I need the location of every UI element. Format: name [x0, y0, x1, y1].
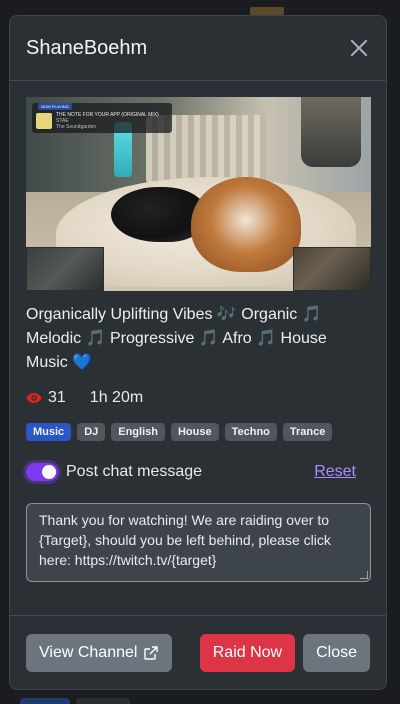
- now-playing-label: The Soundgarden: [56, 124, 97, 130]
- background-chip-top: [250, 7, 284, 15]
- now-playing-overlay: NOW PLAYING THE NOTE FOR YOUR APP (ORIGI…: [32, 103, 172, 133]
- now-playing-badge: NOW PLAYING: [38, 103, 72, 110]
- uptime: 1h 20m: [90, 389, 143, 407]
- reset-link[interactable]: Reset: [314, 463, 356, 481]
- viewer-count-value: 31: [48, 389, 66, 406]
- chat-message-textarea[interactable]: Thank you for watching! We are raiding o…: [26, 503, 371, 582]
- uptime-value: 1h 20m: [89, 389, 144, 406]
- tag-english[interactable]: English: [111, 423, 165, 441]
- album-cover-icon: [36, 113, 52, 129]
- view-channel-button[interactable]: View Channel: [26, 633, 173, 672]
- close-icon[interactable]: [348, 37, 370, 59]
- now-playing-track: THE NOTE FOR YOUR APP (ORIGINAL MIX): [56, 112, 159, 118]
- thumbnail-pip-right: [293, 247, 371, 291]
- external-link-icon: [144, 645, 159, 660]
- stream-tags: Music DJ English House Techno Trance: [26, 423, 370, 441]
- modal-footer: View Channel Raid Now Close: [10, 615, 386, 689]
- thumbnail-brown-dog: [191, 177, 301, 272]
- eye-icon: [26, 393, 42, 403]
- tag-house[interactable]: House: [170, 423, 219, 441]
- background-chip-bottom-right: [76, 698, 130, 704]
- post-chat-label: Post chat message: [66, 463, 203, 480]
- stream-title: Organically Uplifting Vibes 🎶 Organic 🎵 …: [26, 306, 327, 371]
- close-button[interactable]: Close: [303, 633, 370, 672]
- chat-message-row: Post chat message Reset: [26, 463, 370, 481]
- chat-message-text: Thank you for watching! We are raiding o…: [39, 512, 331, 568]
- toggle-knob: [42, 465, 56, 479]
- thumbnail-pip-left: [26, 247, 104, 291]
- background-chip-bottom-left: [20, 698, 70, 704]
- raid-modal: ShaneBoehm NOW PLAYING THE NOTE FOR YOUR…: [9, 15, 387, 690]
- modal-body: NOW PLAYING THE NOTE FOR YOUR APP (ORIGI…: [10, 81, 386, 598]
- raid-now-button[interactable]: Raid Now: [199, 633, 296, 672]
- tag-trance[interactable]: Trance: [282, 423, 333, 441]
- modal-title: ShaneBoehm: [26, 36, 148, 59]
- thumbnail-person: [301, 97, 361, 167]
- modal-header: ShaneBoehm: [10, 16, 386, 81]
- stream-stats: 31 1h 20m: [26, 389, 370, 407]
- now-playing-text: THE NOTE FOR YOUR APP (ORIGINAL MIX) STA…: [56, 112, 159, 130]
- tag-techno[interactable]: Techno: [224, 423, 277, 441]
- post-chat-toggle[interactable]: [26, 463, 58, 481]
- tag-dj[interactable]: DJ: [77, 423, 106, 441]
- resize-grip-icon[interactable]: [360, 571, 368, 579]
- view-channel-label: View Channel: [39, 643, 138, 661]
- post-chat-toggle-wrapper: Post chat message: [26, 463, 202, 481]
- tag-music[interactable]: Music: [26, 423, 72, 441]
- viewer-count: 31: [26, 389, 66, 407]
- stream-thumbnail[interactable]: NOW PLAYING THE NOTE FOR YOUR APP (ORIGI…: [26, 97, 371, 291]
